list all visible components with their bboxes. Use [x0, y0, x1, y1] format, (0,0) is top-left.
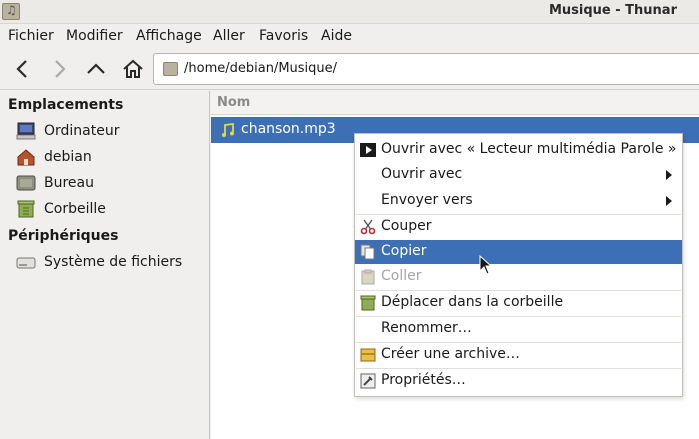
submenu-arrow-icon	[666, 170, 672, 180]
properties-icon	[360, 373, 376, 389]
sidebar-heading-places: Emplacements	[8, 97, 124, 113]
menu-item-cut[interactable]: Couper	[355, 215, 682, 239]
forward-button[interactable]	[45, 55, 73, 83]
sidebar-item-corbeille[interactable]: Corbeille	[16, 199, 206, 221]
play-icon	[360, 143, 376, 157]
archive-icon	[360, 348, 376, 362]
title-bar: Musique - Thunar	[0, 0, 699, 24]
menu-bar: Fichier Modifier Affichage Aller Favoris…	[0, 25, 699, 47]
app-folder-icon[interactable]	[2, 3, 20, 20]
column-header-label: Nom	[217, 95, 251, 110]
up-button[interactable]	[82, 55, 110, 83]
sidebar: Emplacements Ordinateur debian Bureau Co…	[0, 91, 210, 439]
menu-affichage[interactable]: Affichage	[136, 28, 202, 44]
menu-item-open-with-parole[interactable]: Ouvrir avec « Lecteur multimédia Parole …	[355, 138, 682, 162]
menu-modifier[interactable]: Modifier	[66, 28, 123, 44]
menu-item-send-to[interactable]: Envoyer vers	[355, 189, 682, 213]
menu-aide[interactable]: Aide	[321, 28, 352, 44]
menu-item-copy[interactable]: Copier	[355, 240, 682, 264]
home-icon	[123, 59, 143, 78]
sidebar-heading-devices: Périphériques	[8, 228, 119, 244]
scissors-icon	[360, 219, 376, 235]
paste-icon	[361, 269, 375, 285]
menu-item-move-to-trash[interactable]: Déplacer dans la corbeille	[355, 291, 682, 315]
menu-item-rename[interactable]: Renommer…	[355, 317, 682, 341]
up-arrow-icon	[87, 63, 105, 74]
menu-item-create-archive[interactable]: Créer une archive…	[355, 343, 682, 367]
folder-icon	[163, 62, 178, 76]
menu-fichier[interactable]: Fichier	[8, 28, 54, 44]
context-menu: Ouvrir avec « Lecteur multimédia Parole …	[354, 133, 683, 397]
trash-icon	[17, 200, 35, 218]
sidebar-item-label: Corbeille	[44, 201, 106, 217]
column-header-name[interactable]: Nom	[211, 91, 699, 115]
home-folder-icon	[17, 149, 35, 166]
menu-item-paste[interactable]: Coller	[355, 265, 682, 289]
sidebar-item-label: Système de fichiers	[44, 254, 183, 270]
audio-file-icon	[220, 122, 236, 138]
trash-icon	[360, 295, 376, 311]
drive-icon	[16, 257, 36, 269]
menu-aller[interactable]: Aller	[213, 28, 245, 44]
location-path[interactable]: /home/debian/Musique/	[184, 61, 337, 76]
sidebar-item-filesystem[interactable]: Système de fichiers	[16, 252, 206, 274]
desktop-icon	[16, 175, 36, 191]
sidebar-item-label: Ordinateur	[44, 123, 120, 139]
menu-favoris[interactable]: Favoris	[259, 28, 308, 44]
menu-item-open-with[interactable]: Ouvrir avec	[355, 163, 682, 187]
home-button[interactable]	[119, 55, 147, 83]
computer-icon	[16, 122, 36, 140]
back-arrow-icon	[16, 60, 27, 78]
sidebar-item-label: debian	[44, 149, 92, 165]
window-title: Musique - Thunar	[548, 3, 677, 18]
menu-item-properties[interactable]: Propriétés…	[355, 369, 682, 393]
sidebar-item-bureau[interactable]: Bureau	[16, 173, 206, 195]
mouse-cursor-icon	[479, 255, 493, 275]
sidebar-item-ordinateur[interactable]: Ordinateur	[16, 121, 206, 143]
toolbar: /home/debian/Musique/	[0, 48, 699, 90]
forward-arrow-icon	[55, 60, 66, 78]
copy-icon	[360, 244, 375, 260]
submenu-arrow-icon	[666, 196, 672, 206]
sidebar-item-label: Bureau	[44, 175, 94, 191]
sidebar-item-debian[interactable]: debian	[16, 147, 206, 169]
location-bar[interactable]: /home/debian/Musique/	[153, 53, 699, 85]
back-button[interactable]	[9, 55, 37, 83]
file-name: chanson.mp3	[241, 121, 336, 137]
